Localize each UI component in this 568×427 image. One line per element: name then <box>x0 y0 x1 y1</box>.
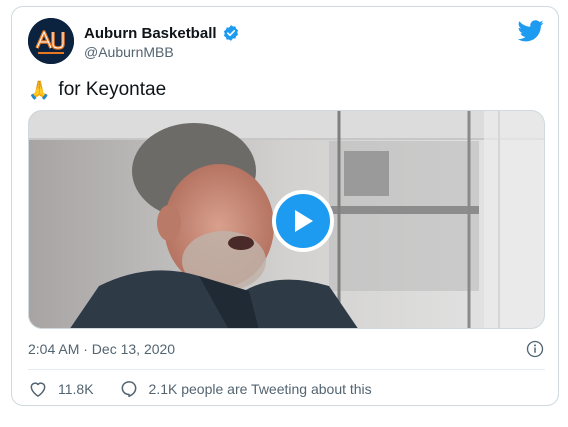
tweet-timestamp[interactable]: 2:04 AM · Dec 13, 2020 <box>28 341 175 357</box>
avatar[interactable] <box>28 18 74 64</box>
account-handle[interactable]: @AuburnMBB <box>84 44 174 60</box>
account-name[interactable]: Auburn Basketball <box>84 25 217 42</box>
conversation-button[interactable]: 2.1K people are Tweeting about this <box>119 379 372 399</box>
play-icon <box>295 210 313 232</box>
tweet-body: for Keyontae <box>58 79 167 100</box>
play-button[interactable] <box>272 190 334 252</box>
speech-bubble-icon <box>121 381 136 398</box>
heart-icon <box>30 382 46 397</box>
conversation-text: 2.1K people are Tweeting about this <box>148 381 372 397</box>
like-count: 11.8K <box>58 381 94 397</box>
tweet-text: 🙏 for Keyontae <box>28 79 166 101</box>
account-name-row[interactable]: Auburn Basketball <box>84 24 240 42</box>
divider <box>28 369 545 370</box>
info-icon[interactable] <box>526 340 544 358</box>
auburn-logo-icon <box>28 18 74 64</box>
engagement-bar: 11.8K 2.1K people are Tweeting about thi… <box>28 379 372 399</box>
tweet-card: Auburn Basketball @AuburnMBB 🙏 for Keyon… <box>11 6 559 406</box>
video-player[interactable] <box>28 110 545 329</box>
like-button[interactable]: 11.8K <box>28 379 94 399</box>
praying-hands-emoji: 🙏 <box>28 79 51 100</box>
verified-badge-icon <box>223 25 238 41</box>
twitter-bird-icon[interactable] <box>518 20 544 42</box>
